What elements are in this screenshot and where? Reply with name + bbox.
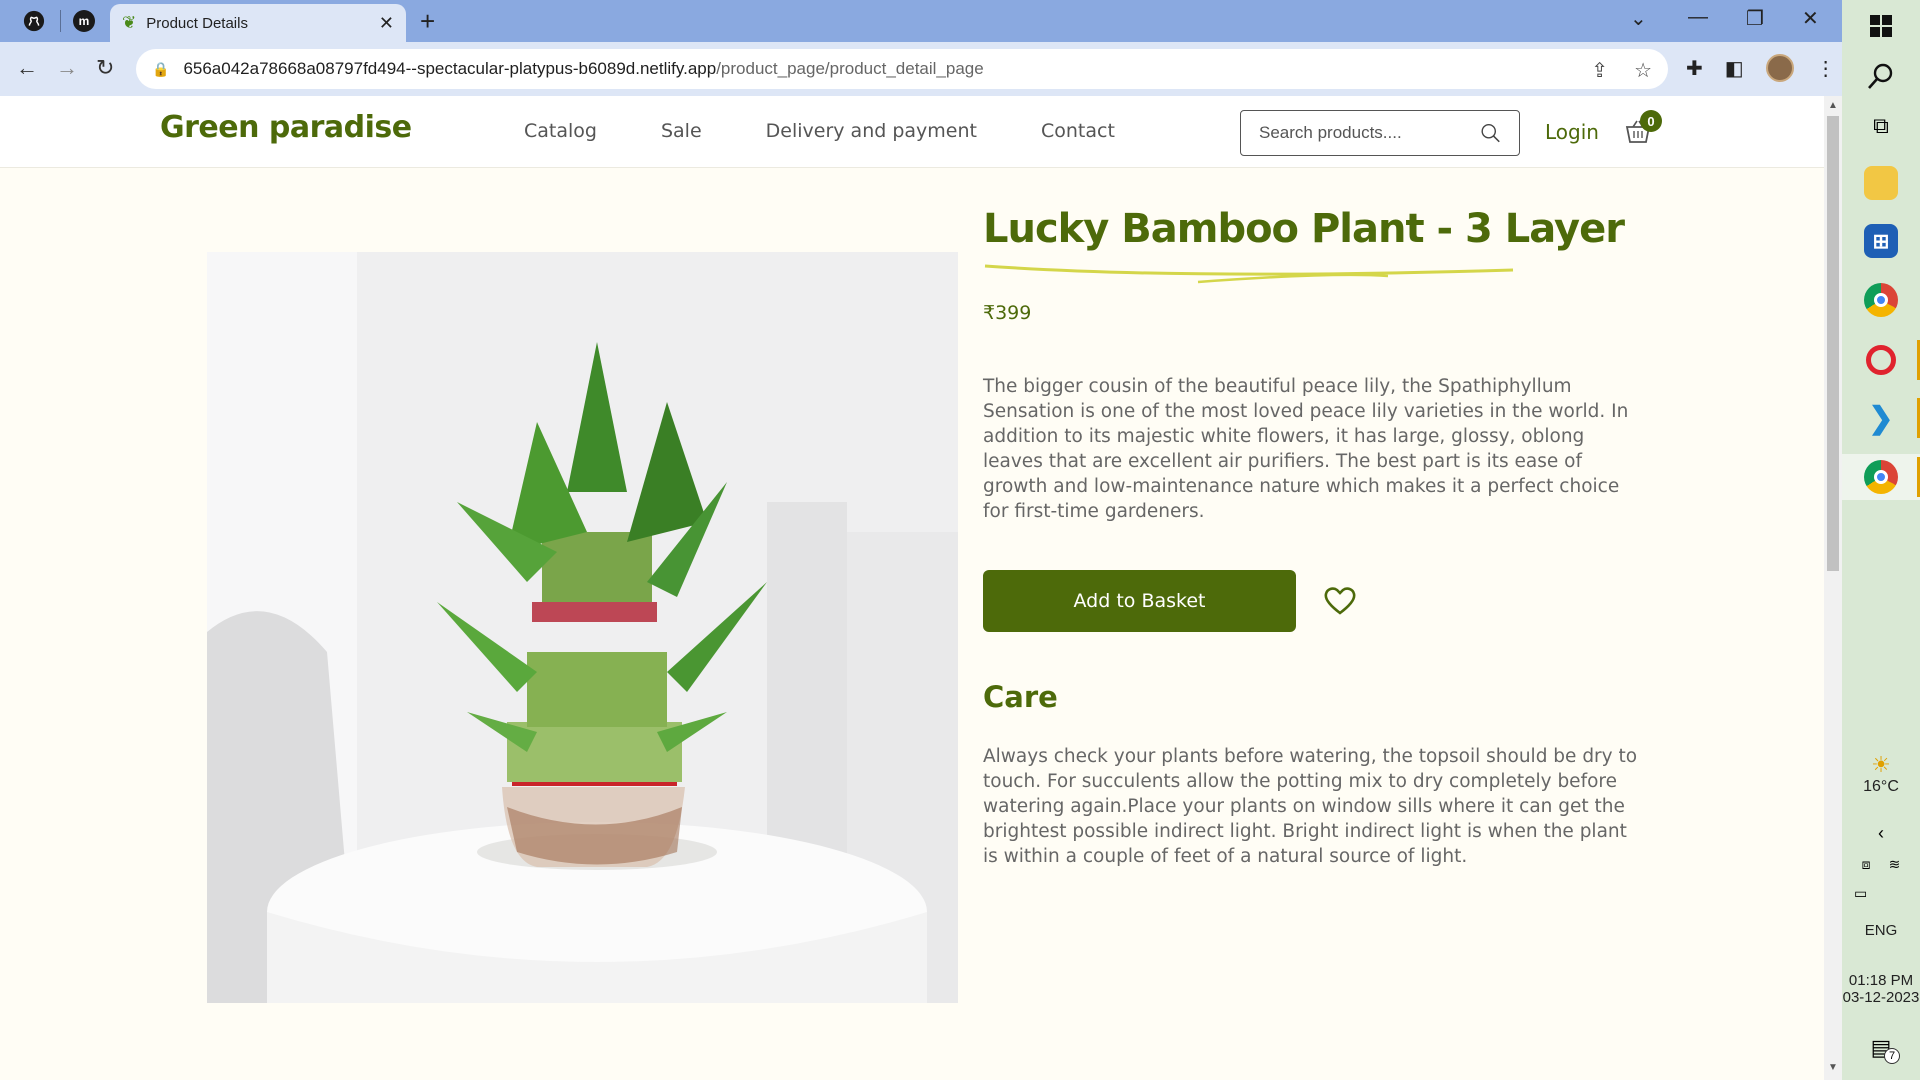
vscode-icon: ❯ bbox=[1868, 401, 1894, 435]
web-page: Green paradise Catalog Sale Delivery and… bbox=[0, 96, 1824, 1080]
clock[interactable]: 01:18 PM 03-12-2023 bbox=[1842, 966, 1920, 1012]
notification-count: 7 bbox=[1884, 1048, 1900, 1064]
wifi-icon[interactable]: ≋ bbox=[1889, 856, 1901, 873]
battery-status[interactable]: ▭ bbox=[1842, 882, 1920, 904]
system-tray: ⧈ ≋ bbox=[1842, 852, 1920, 876]
notification-center[interactable]: ▤ 7 bbox=[1842, 1030, 1920, 1066]
profile-avatar[interactable] bbox=[1765, 54, 1794, 82]
cart-count-badge: 0 bbox=[1640, 110, 1662, 132]
battery-icon: ▭ bbox=[1854, 884, 1868, 901]
close-window-icon[interactable]: ✕ bbox=[1802, 6, 1819, 31]
taskbar-store[interactable]: ⊞ bbox=[1842, 220, 1920, 262]
bookmark-star-icon[interactable]: ☆ bbox=[1634, 58, 1652, 83]
meet-icon[interactable]: ⧈ bbox=[1862, 856, 1871, 873]
taskbar-chrome[interactable] bbox=[1842, 278, 1920, 322]
close-tab-icon[interactable]: ✕ bbox=[379, 13, 394, 34]
taskbar-search[interactable] bbox=[1842, 56, 1920, 96]
task-view-button[interactable]: ⧉ bbox=[1842, 106, 1920, 146]
new-tab-icon[interactable]: + bbox=[420, 6, 435, 37]
search-box bbox=[1240, 110, 1520, 156]
page-scrollbar[interactable]: ▲ ▼ bbox=[1824, 96, 1842, 1080]
folder-icon bbox=[1864, 166, 1898, 200]
product-title: Lucky Bamboo Plant - 3 Layer bbox=[983, 206, 1625, 252]
show-hidden-icons[interactable]: ‹ bbox=[1842, 820, 1920, 846]
title-underline-decoration bbox=[984, 264, 1514, 284]
nav-catalog[interactable]: Catalog bbox=[524, 120, 597, 142]
store-icon: ⊞ bbox=[1864, 224, 1898, 258]
forward-icon[interactable]: → bbox=[56, 55, 78, 81]
back-icon[interactable]: ← bbox=[16, 55, 38, 81]
chevron-left-icon: ‹ bbox=[1878, 822, 1884, 843]
task-view-icon: ⧉ bbox=[1873, 113, 1889, 138]
github-icon bbox=[23, 10, 45, 32]
start-button[interactable] bbox=[1842, 8, 1920, 44]
search-input[interactable] bbox=[1259, 123, 1480, 143]
taskbar-vscode[interactable]: ❯ bbox=[1842, 396, 1920, 440]
scroll-up-icon[interactable]: ▲ bbox=[1828, 100, 1838, 111]
url-path: /product_page/product_detail_page bbox=[716, 59, 984, 78]
product-description: The bigger cousin of the beautiful peace… bbox=[983, 376, 1629, 522]
clock-date: 03-12-2023 bbox=[1842, 989, 1920, 1006]
side-panel-icon[interactable]: ◧ bbox=[1725, 56, 1744, 81]
github-pinned-tab[interactable] bbox=[16, 7, 52, 35]
site-logo[interactable]: Green paradise bbox=[160, 110, 412, 145]
taskbar-opera[interactable] bbox=[1842, 338, 1920, 382]
medium-pinned-tab[interactable]: m bbox=[66, 7, 102, 35]
address-bar[interactable]: 🔒 656a042a78668a08797fd494--spectacular-… bbox=[136, 49, 1668, 89]
minimize-icon[interactable]: — bbox=[1688, 6, 1708, 29]
add-to-basket-button[interactable]: Add to Basket bbox=[983, 570, 1296, 632]
menu-kebab-icon[interactable]: ⋮ bbox=[1816, 56, 1836, 81]
restore-icon[interactable]: ❐ bbox=[1746, 6, 1764, 31]
search-icon[interactable] bbox=[1480, 121, 1501, 145]
sprout-icon: ❦ bbox=[122, 13, 137, 32]
search-icon bbox=[1868, 63, 1893, 89]
browser-toolbar: ← → ↻ 🔒 656a042a78668a08797fd494--specta… bbox=[0, 42, 1842, 96]
wishlist-heart-icon[interactable] bbox=[1323, 586, 1357, 616]
weather-temp: 16°C bbox=[1863, 778, 1899, 795]
tab-product-details[interactable]: ❦ Product Details ✕ bbox=[110, 4, 406, 42]
tab-separator bbox=[60, 10, 61, 32]
language-text: ENG bbox=[1864, 921, 1898, 939]
tab-search-chevron-icon[interactable]: ⌄ bbox=[1630, 6, 1647, 31]
product-image bbox=[207, 252, 958, 1003]
taskbar-file-explorer[interactable] bbox=[1842, 162, 1920, 204]
chrome-icon bbox=[1864, 460, 1898, 494]
language-indicator[interactable]: ENG bbox=[1842, 918, 1920, 942]
weather-widget[interactable]: ☀ 16°C bbox=[1842, 744, 1920, 804]
login-link[interactable]: Login bbox=[1545, 120, 1599, 144]
product-price: ₹399 bbox=[983, 302, 1032, 324]
url-host: 656a042a78668a08797fd494--spectacular-pl… bbox=[183, 59, 717, 78]
reload-icon[interactable]: ↻ bbox=[96, 55, 114, 81]
tab-title: Product Details bbox=[146, 14, 248, 32]
lock-icon: 🔒 bbox=[152, 60, 170, 77]
windows-logo-icon bbox=[1870, 15, 1892, 37]
main-nav: Catalog Sale Delivery and payment Contac… bbox=[524, 120, 1115, 142]
browser-tab-bar: m ❦ Product Details ✕ + ⌄ — ❐ ✕ bbox=[0, 0, 1842, 42]
clock-time: 01:18 PM bbox=[1848, 972, 1914, 989]
nav-delivery[interactable]: Delivery and payment bbox=[766, 120, 977, 142]
share-icon[interactable]: ⇪ bbox=[1591, 58, 1608, 83]
taskbar-chrome-active[interactable] bbox=[1842, 454, 1920, 500]
scrollbar-thumb[interactable] bbox=[1827, 116, 1839, 571]
care-heading: Care bbox=[983, 680, 1058, 714]
extensions-icon[interactable]: ✚ bbox=[1686, 56, 1703, 81]
nav-sale[interactable]: Sale bbox=[661, 120, 702, 142]
nav-contact[interactable]: Contact bbox=[1041, 120, 1115, 142]
site-header: Green paradise Catalog Sale Delivery and… bbox=[0, 96, 1824, 168]
care-text: Always check your plants before watering… bbox=[983, 746, 1638, 867]
chrome-icon bbox=[1864, 283, 1898, 317]
m-icon: m bbox=[73, 10, 95, 32]
opera-icon bbox=[1866, 345, 1896, 375]
weather-sun-icon: ☀ bbox=[1871, 752, 1891, 777]
windows-taskbar: ⧉ ⊞ ❯ ☀ 16°C ‹ ⧈ ≋ ▭ ENG 01:18 PM 03-12-… bbox=[1842, 0, 1920, 1080]
scroll-down-icon[interactable]: ▼ bbox=[1828, 1062, 1838, 1073]
